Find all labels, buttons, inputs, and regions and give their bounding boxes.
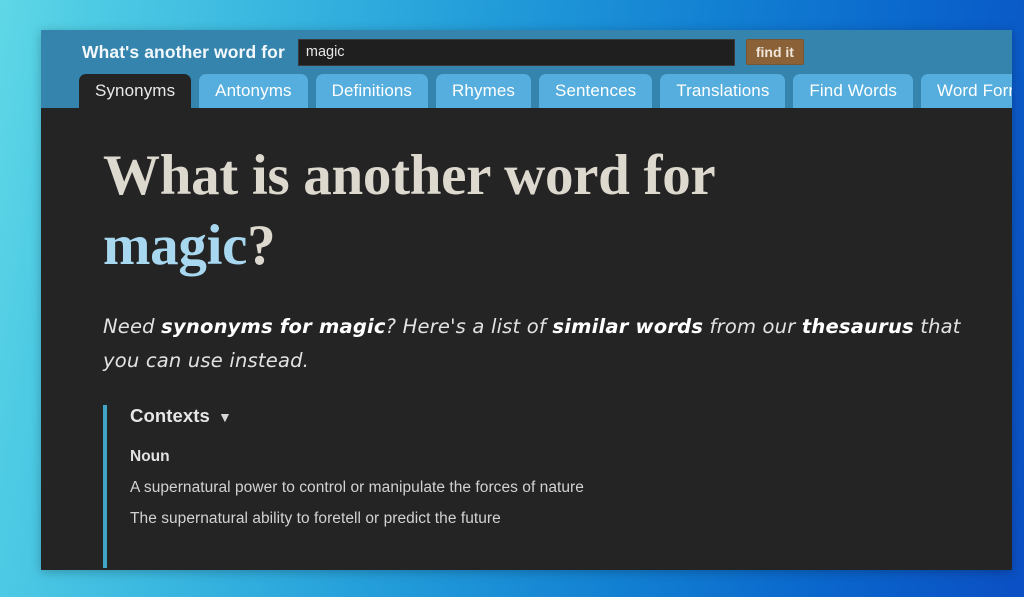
contexts-toggle[interactable]: Contexts ▼ [130,405,1012,427]
tab-sentences[interactable]: Sentences [539,74,653,108]
search-input[interactable] [297,38,735,66]
intro-paragraph: Need synonyms for magic? Here's a list o… [103,310,983,377]
contexts-block: Contexts ▼ Noun A supernatural power to … [103,405,1012,569]
header-bar: What's another word for find it [41,30,1012,74]
context-sense-item[interactable]: A supernatural power to control or manip… [130,479,1012,497]
intro-strong-1: synonyms for magic [161,315,386,339]
search-prompt-label: What's another word for [82,41,285,62]
tab-find-words[interactable]: Find Words [793,74,914,108]
tab-synonyms[interactable]: Synonyms [79,74,192,108]
page-title-query: magic [103,213,248,277]
intro-part-3: from our [703,315,802,339]
tab-rhymes[interactable]: Rhymes [436,74,531,108]
chevron-down-icon: ▼ [217,409,232,426]
tab-translations[interactable]: Translations [660,74,786,108]
intro-strong-2: similar words [552,315,704,339]
tab-antonyms[interactable]: Antonyms [199,74,308,108]
tab-word-forms[interactable]: Word Forms [921,74,1012,108]
tab-definitions[interactable]: Definitions [315,74,429,108]
intro-part-1: Need [103,315,162,339]
thesaurus-window: What's another word for find it Synonyms… [41,30,1012,570]
contexts-label: Contexts [130,405,210,427]
tab-bar: Synonyms Antonyms Definitions Rhymes Sen… [41,74,1012,108]
intro-part-2: ? Here's a list of [385,315,553,339]
intro-strong-3: thesaurus [801,315,914,339]
find-it-button[interactable]: find it [745,39,804,65]
part-of-speech-label: Noun [130,448,170,466]
page-title: What is another word for magic? [103,141,863,280]
page-title-suffix: ? [247,213,276,277]
main-content: What is another word for magic? Need syn… [41,108,1012,570]
page-title-prefix: What is another word for [103,144,715,207]
context-sense-item[interactable]: The supernatural ability to foretell or … [130,510,1012,528]
